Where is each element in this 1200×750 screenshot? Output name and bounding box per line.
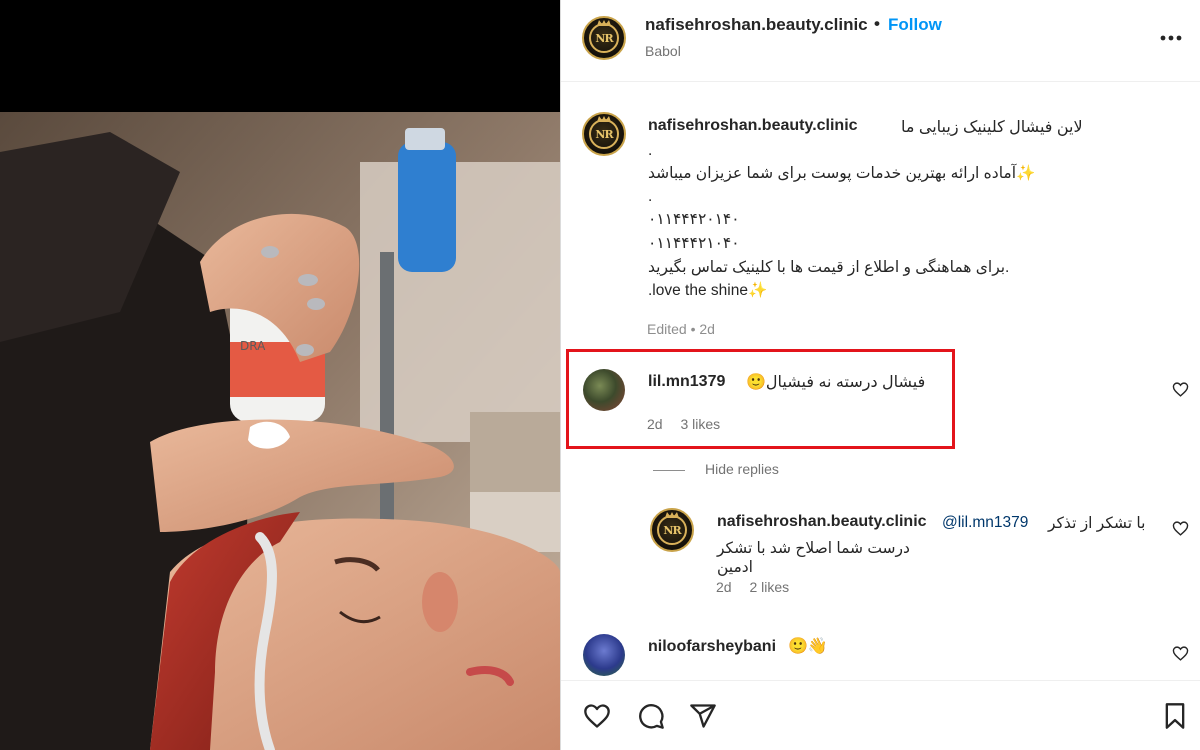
caption-phone: ۰۱۱۴۴۴۲۰۱۴۰ (648, 211, 740, 228)
heart-icon[interactable] (1172, 645, 1189, 662)
avatar-monogram: NR (657, 515, 687, 545)
reply-mention-link[interactable]: @lil.mn1379 (942, 514, 1028, 532)
caption-line: . (648, 188, 653, 205)
reply-text: درست شما اصلاح شد با تشکر ادمین (717, 540, 910, 576)
bookmark-icon[interactable] (1161, 702, 1189, 730)
reply-text: با تشکر از تذکر (1048, 515, 1146, 532)
share-icon[interactable] (689, 702, 717, 730)
caption-line: . (648, 142, 653, 159)
caption-edited-time: Edited • 2d (647, 321, 715, 337)
heart-icon[interactable] (1172, 520, 1189, 537)
separator-dot: • (874, 14, 880, 33)
post-media[interactable]: DRA (0, 0, 560, 750)
author-username[interactable]: nafisehroshan.beauty.clinic (645, 15, 868, 35)
post-header: NR nafisehroshan.beauty.clinic • Follow … (561, 0, 1200, 82)
reply-likes[interactable]: 2 likes (749, 579, 789, 595)
heart-icon[interactable] (583, 702, 611, 730)
caption-username[interactable]: nafisehroshan.beauty.clinic (648, 117, 858, 135)
reply-age: 2d (716, 579, 732, 595)
caption-line: .برای هماهنگی و اطلاع از قیمت ها با کلین… (648, 259, 1010, 276)
comment-meta: 2d 3 likes (647, 416, 734, 432)
reply-meta: 2d 2 likes (716, 579, 803, 595)
hide-replies-label: Hide replies (705, 461, 779, 477)
hide-replies-button[interactable]: Hide replies (653, 461, 779, 477)
caption-avatar[interactable]: NR (582, 112, 626, 156)
comment-text: فیشال درسته نه فیشیال🙂 (746, 374, 926, 391)
commenter-avatar[interactable] (583, 634, 625, 676)
post-photo: DRA (0, 112, 560, 750)
commenter-username[interactable]: lil.mn1379 (648, 373, 725, 391)
heart-icon[interactable] (1172, 381, 1189, 398)
post-location[interactable]: Babol (645, 43, 681, 59)
caption-line: ✨آماده ارائه بهترین خدمات پوست برای شما … (648, 165, 1036, 182)
replies-divider (653, 469, 685, 471)
crown-icon (665, 512, 679, 518)
avatar-monogram: NR (589, 23, 619, 53)
comment-likes[interactable]: 3 likes (680, 416, 720, 432)
crown-icon (597, 116, 611, 122)
avatar-monogram: NR (589, 119, 619, 149)
author-avatar[interactable]: NR (582, 16, 626, 60)
highlight-frame (566, 349, 955, 449)
commenter-avatar[interactable] (583, 369, 625, 411)
more-horizontal-icon[interactable] (1159, 34, 1183, 42)
comment-text: 🙂👋 (788, 638, 828, 655)
svg-text:DRA: DRA (240, 339, 266, 353)
caption-line: .love the shine✨ (648, 282, 768, 299)
comment-age: 2d (647, 416, 663, 432)
comment-icon[interactable] (637, 702, 665, 730)
crown-icon (597, 20, 611, 26)
instagram-post-view: DRA NR nafisehroshan.beauty.clinic • Fol… (0, 0, 1200, 750)
reply-avatar[interactable]: NR (650, 508, 694, 552)
post-action-bar (561, 680, 1200, 750)
post-details-panel: NR nafisehroshan.beauty.clinic • Follow … (560, 0, 1200, 750)
caption-phone: ۰۱۱۴۴۴۲۱۰۴۰ (648, 235, 740, 252)
commenter-username[interactable]: niloofarsheybani (648, 638, 776, 656)
reply-username[interactable]: nafisehroshan.beauty.clinic (717, 513, 927, 531)
caption-line: لاین فیشال کلینیک زیبایی ما (901, 119, 1083, 136)
follow-button[interactable]: Follow (888, 15, 942, 35)
